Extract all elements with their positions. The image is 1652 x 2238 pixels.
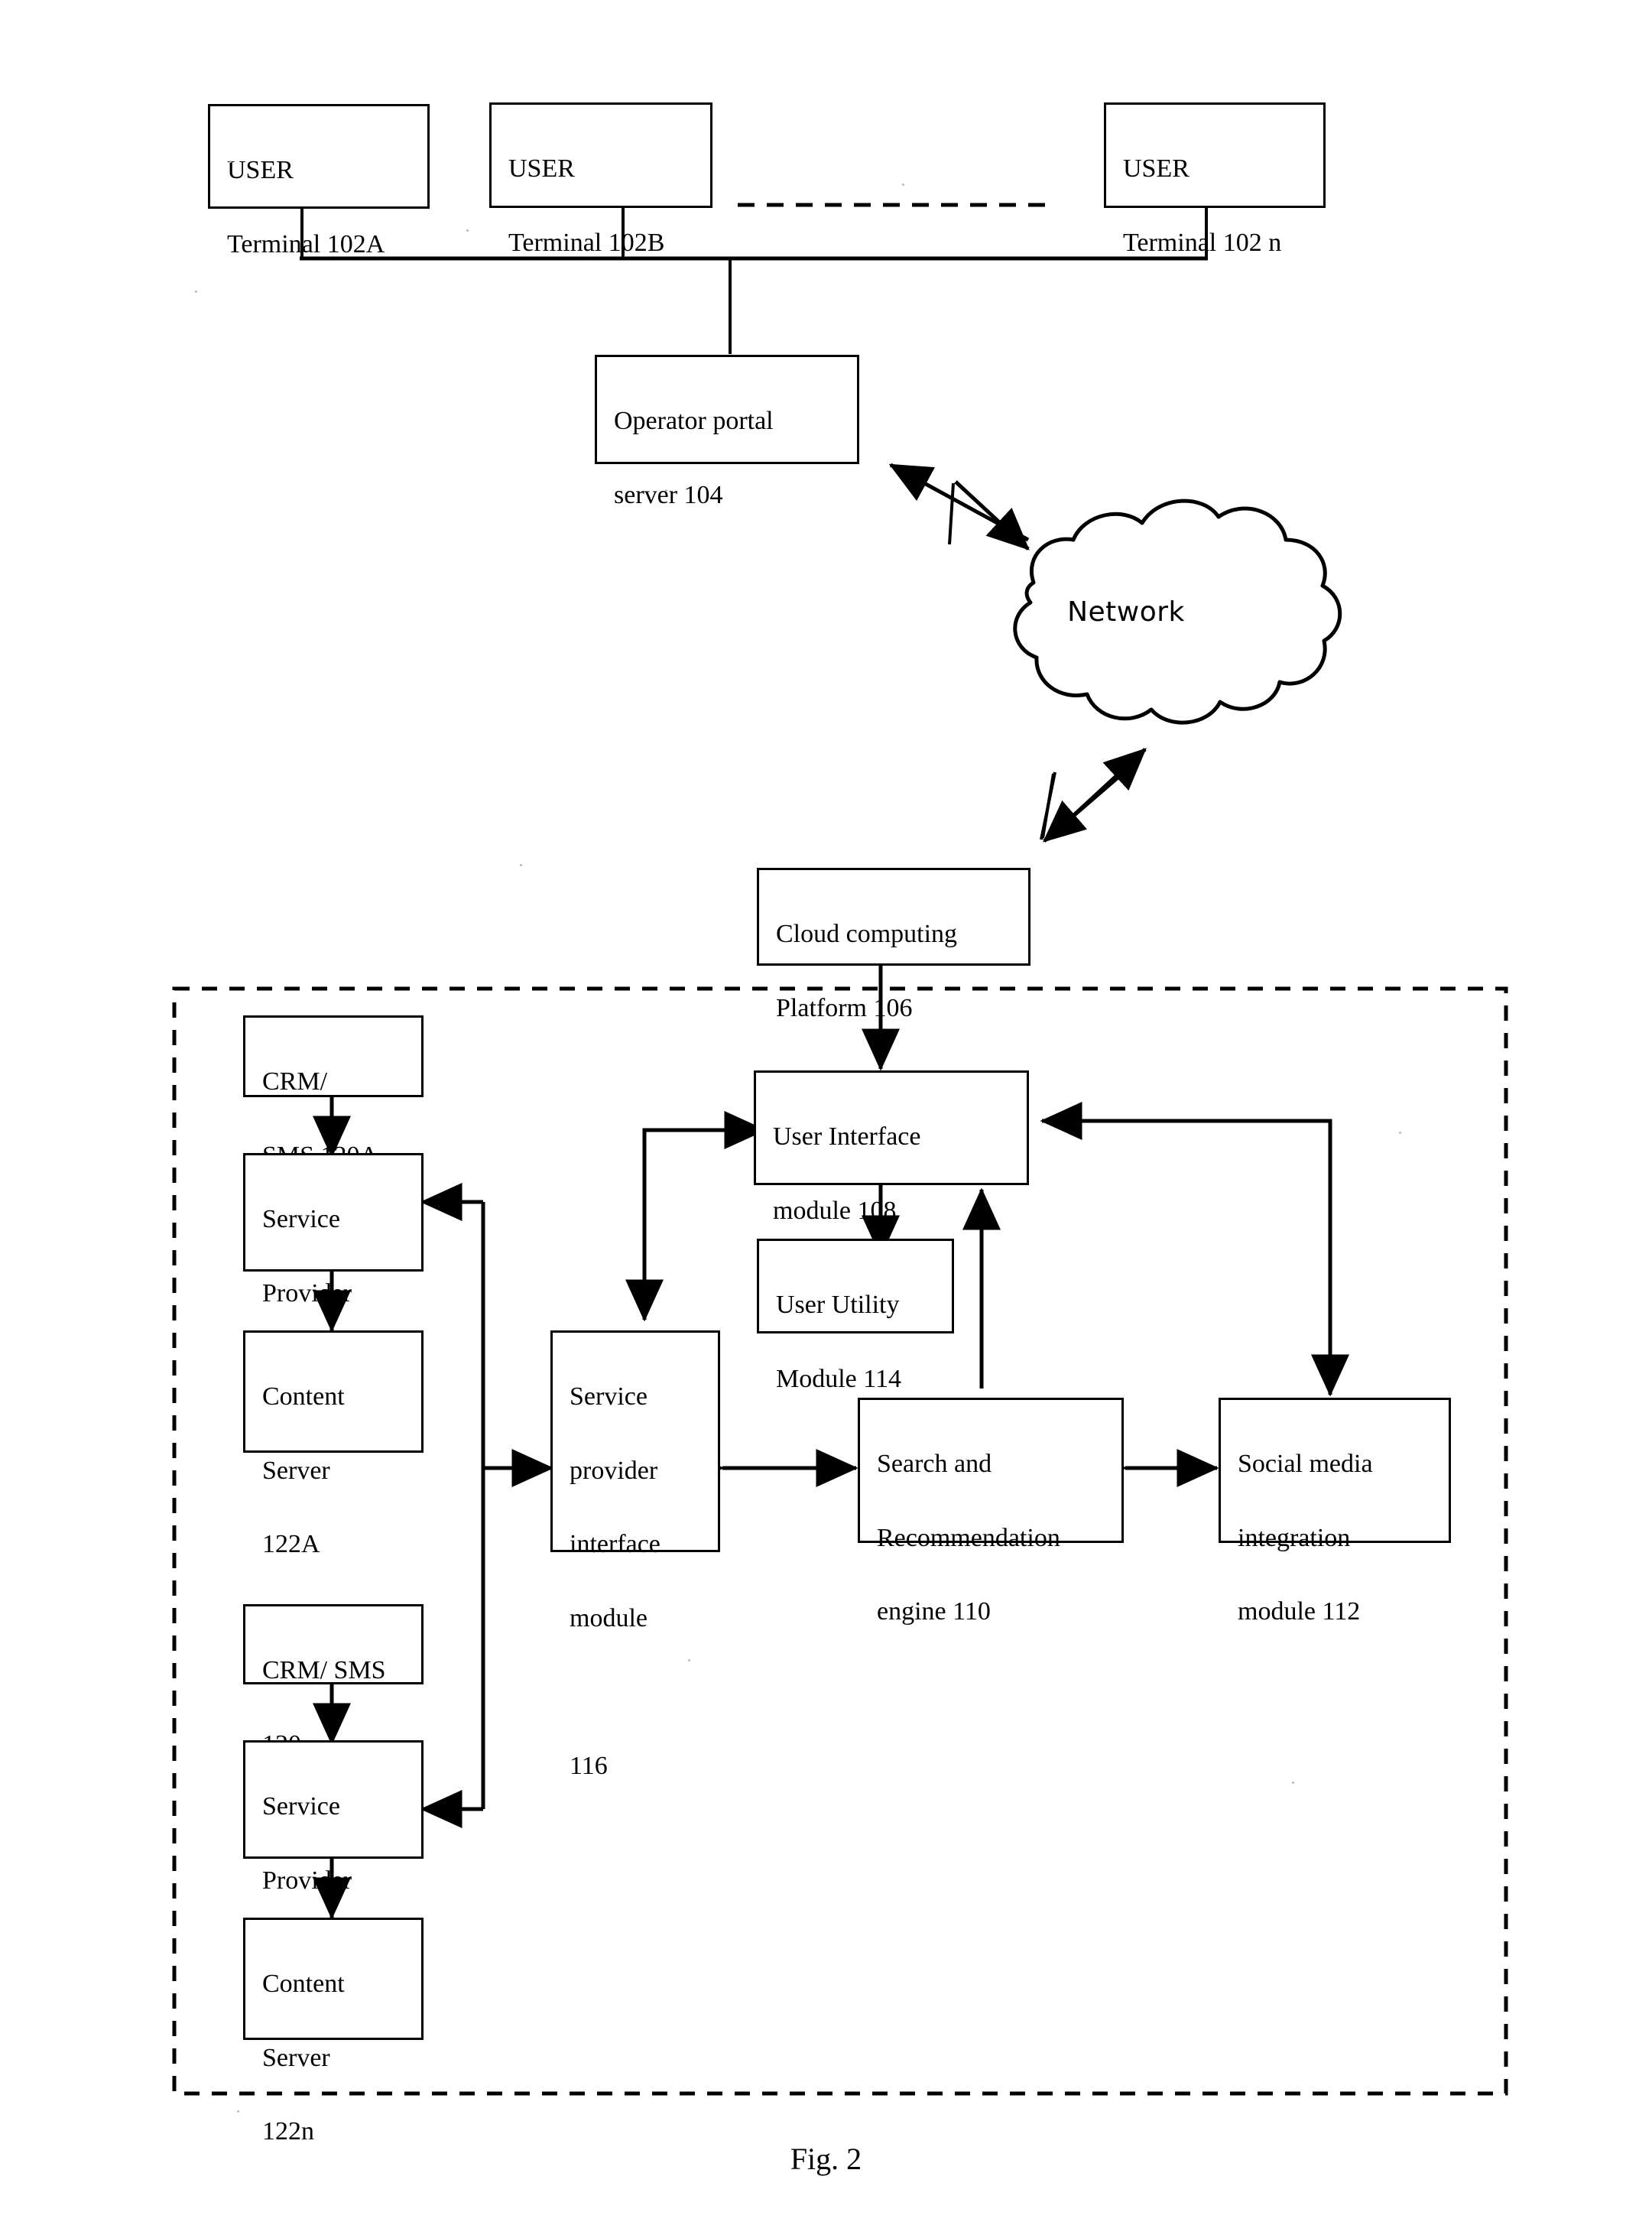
scan-speck	[902, 184, 904, 186]
social-ui-connector	[1040, 1102, 1349, 1397]
node-content-server-122a[interactable]: Content Server 122A	[243, 1330, 424, 1558]
node-content-server-122n[interactable]: Content Server 122n	[243, 1918, 424, 2145]
user-utility-line1: User Utility	[776, 1291, 900, 1320]
sp-118n-line2: Provider	[262, 1866, 352, 1895]
spim-line1: Service	[570, 1382, 647, 1411]
user-terminal-b-line1: USER	[508, 154, 575, 184]
sp-118n-line1: Service	[262, 1792, 340, 1821]
ui-module-line2: module 108	[773, 1196, 897, 1225]
operator-portal-line1: Operator portal	[614, 407, 774, 436]
scan-speck	[466, 229, 469, 232]
portal-network-arrows	[888, 463, 1030, 551]
cloud-platform-line1: Cloud computing	[776, 920, 958, 949]
social-media-line3: module 112	[1238, 1597, 1361, 1626]
search-engine-line1: Search and	[877, 1450, 992, 1479]
spim-provider-bus	[420, 1183, 485, 1828]
node-service-provider-interface-module[interactable]: Service provider interface module 116	[550, 1330, 720, 1780]
sp-118a-line1: Service	[262, 1205, 340, 1234]
node-operator-portal-server[interactable]: Operator portal server 104	[595, 355, 859, 509]
cs-122n-line2: Server	[262, 2043, 330, 2072]
terminal-bus	[300, 208, 1208, 354]
network-platform-arrows	[1040, 748, 1147, 843]
node-cloud-computing-platform[interactable]: Cloud computing Platform 106	[757, 868, 1030, 1022]
user-utility-line2: Module 114	[776, 1364, 902, 1393]
node-user-terminal-n[interactable]: USER Terminal 102 n	[1104, 102, 1326, 257]
node-service-provider-118n[interactable]: Service Provider 118n	[243, 1740, 424, 1968]
spim-line4: module	[570, 1603, 647, 1632]
scan-speck	[688, 1659, 690, 1661]
cs-122a-line1: Content	[262, 1382, 345, 1411]
scan-speck	[195, 291, 197, 293]
user-terminal-n-line1: USER	[1123, 154, 1190, 184]
social-media-line1: Social media	[1238, 1450, 1373, 1479]
scan-speck	[520, 864, 522, 866]
spim-ui-connector	[625, 1111, 767, 1322]
search-engine-line3: engine 110	[877, 1597, 991, 1626]
node-search-recommendation-engine[interactable]: Search and Recommendation engine 110	[858, 1398, 1124, 1626]
spim-line2: provider	[570, 1456, 658, 1485]
node-service-provider-118a[interactable]: Service Provider 118A	[243, 1153, 424, 1381]
node-user-terminal-a[interactable]: USER Terminal 102A	[208, 104, 430, 258]
cs-122a-line2: Server	[262, 1456, 330, 1485]
figure-caption: Fig. 2	[790, 2142, 862, 2176]
node-user-utility-module[interactable]: User Utility Module 114	[757, 1239, 954, 1393]
user-terminal-n-line2: Terminal 102 n	[1123, 228, 1282, 257]
user-terminal-b-line2: Terminal 102B	[508, 228, 665, 257]
cs-122n-line1: Content	[262, 1970, 345, 1999]
node-user-interface-module[interactable]: User Interface module 108	[754, 1070, 1029, 1225]
node-crm-sms-120n[interactable]: CRM/ SMS 120n	[243, 1604, 424, 1759]
scan-speck	[237, 2110, 239, 2113]
operator-portal-line2: server 104	[614, 480, 723, 509]
network-cloud-label: Network	[1067, 596, 1185, 628]
spim-ref: 116	[570, 1751, 608, 1780]
scan-speck	[1292, 1782, 1294, 1784]
user-terminal-a-line1: USER	[227, 156, 294, 185]
node-social-media-integration-module[interactable]: Social media integration module 112	[1219, 1398, 1451, 1626]
node-crm-sms-120a[interactable]: CRM/ SMS 120A	[243, 1015, 424, 1170]
user-terminal-a-line2: Terminal 102A	[227, 229, 385, 258]
figure-page: USER Terminal 102A USER Terminal 102B US…	[0, 0, 1652, 2238]
cs-122a-line3: 122A	[262, 1530, 320, 1559]
spim-line3: interface	[570, 1530, 660, 1559]
social-media-line2: integration	[1238, 1523, 1351, 1552]
scan-speck	[665, 489, 667, 492]
sp-118a-line2: Provider	[262, 1278, 352, 1307]
scan-speck	[229, 161, 232, 163]
cloud-platform-line2: Platform 106	[776, 993, 913, 1022]
node-user-terminal-b[interactable]: USER Terminal 102B	[489, 102, 712, 257]
search-engine-line2: Recommendation	[877, 1523, 1060, 1552]
crm-sms-120a-line1: CRM/	[262, 1067, 328, 1096]
crm-sms-120n-line1: CRM/ SMS	[262, 1656, 386, 1685]
scan-speck	[1399, 1132, 1401, 1134]
ui-module-line1: User Interface	[773, 1122, 921, 1151]
